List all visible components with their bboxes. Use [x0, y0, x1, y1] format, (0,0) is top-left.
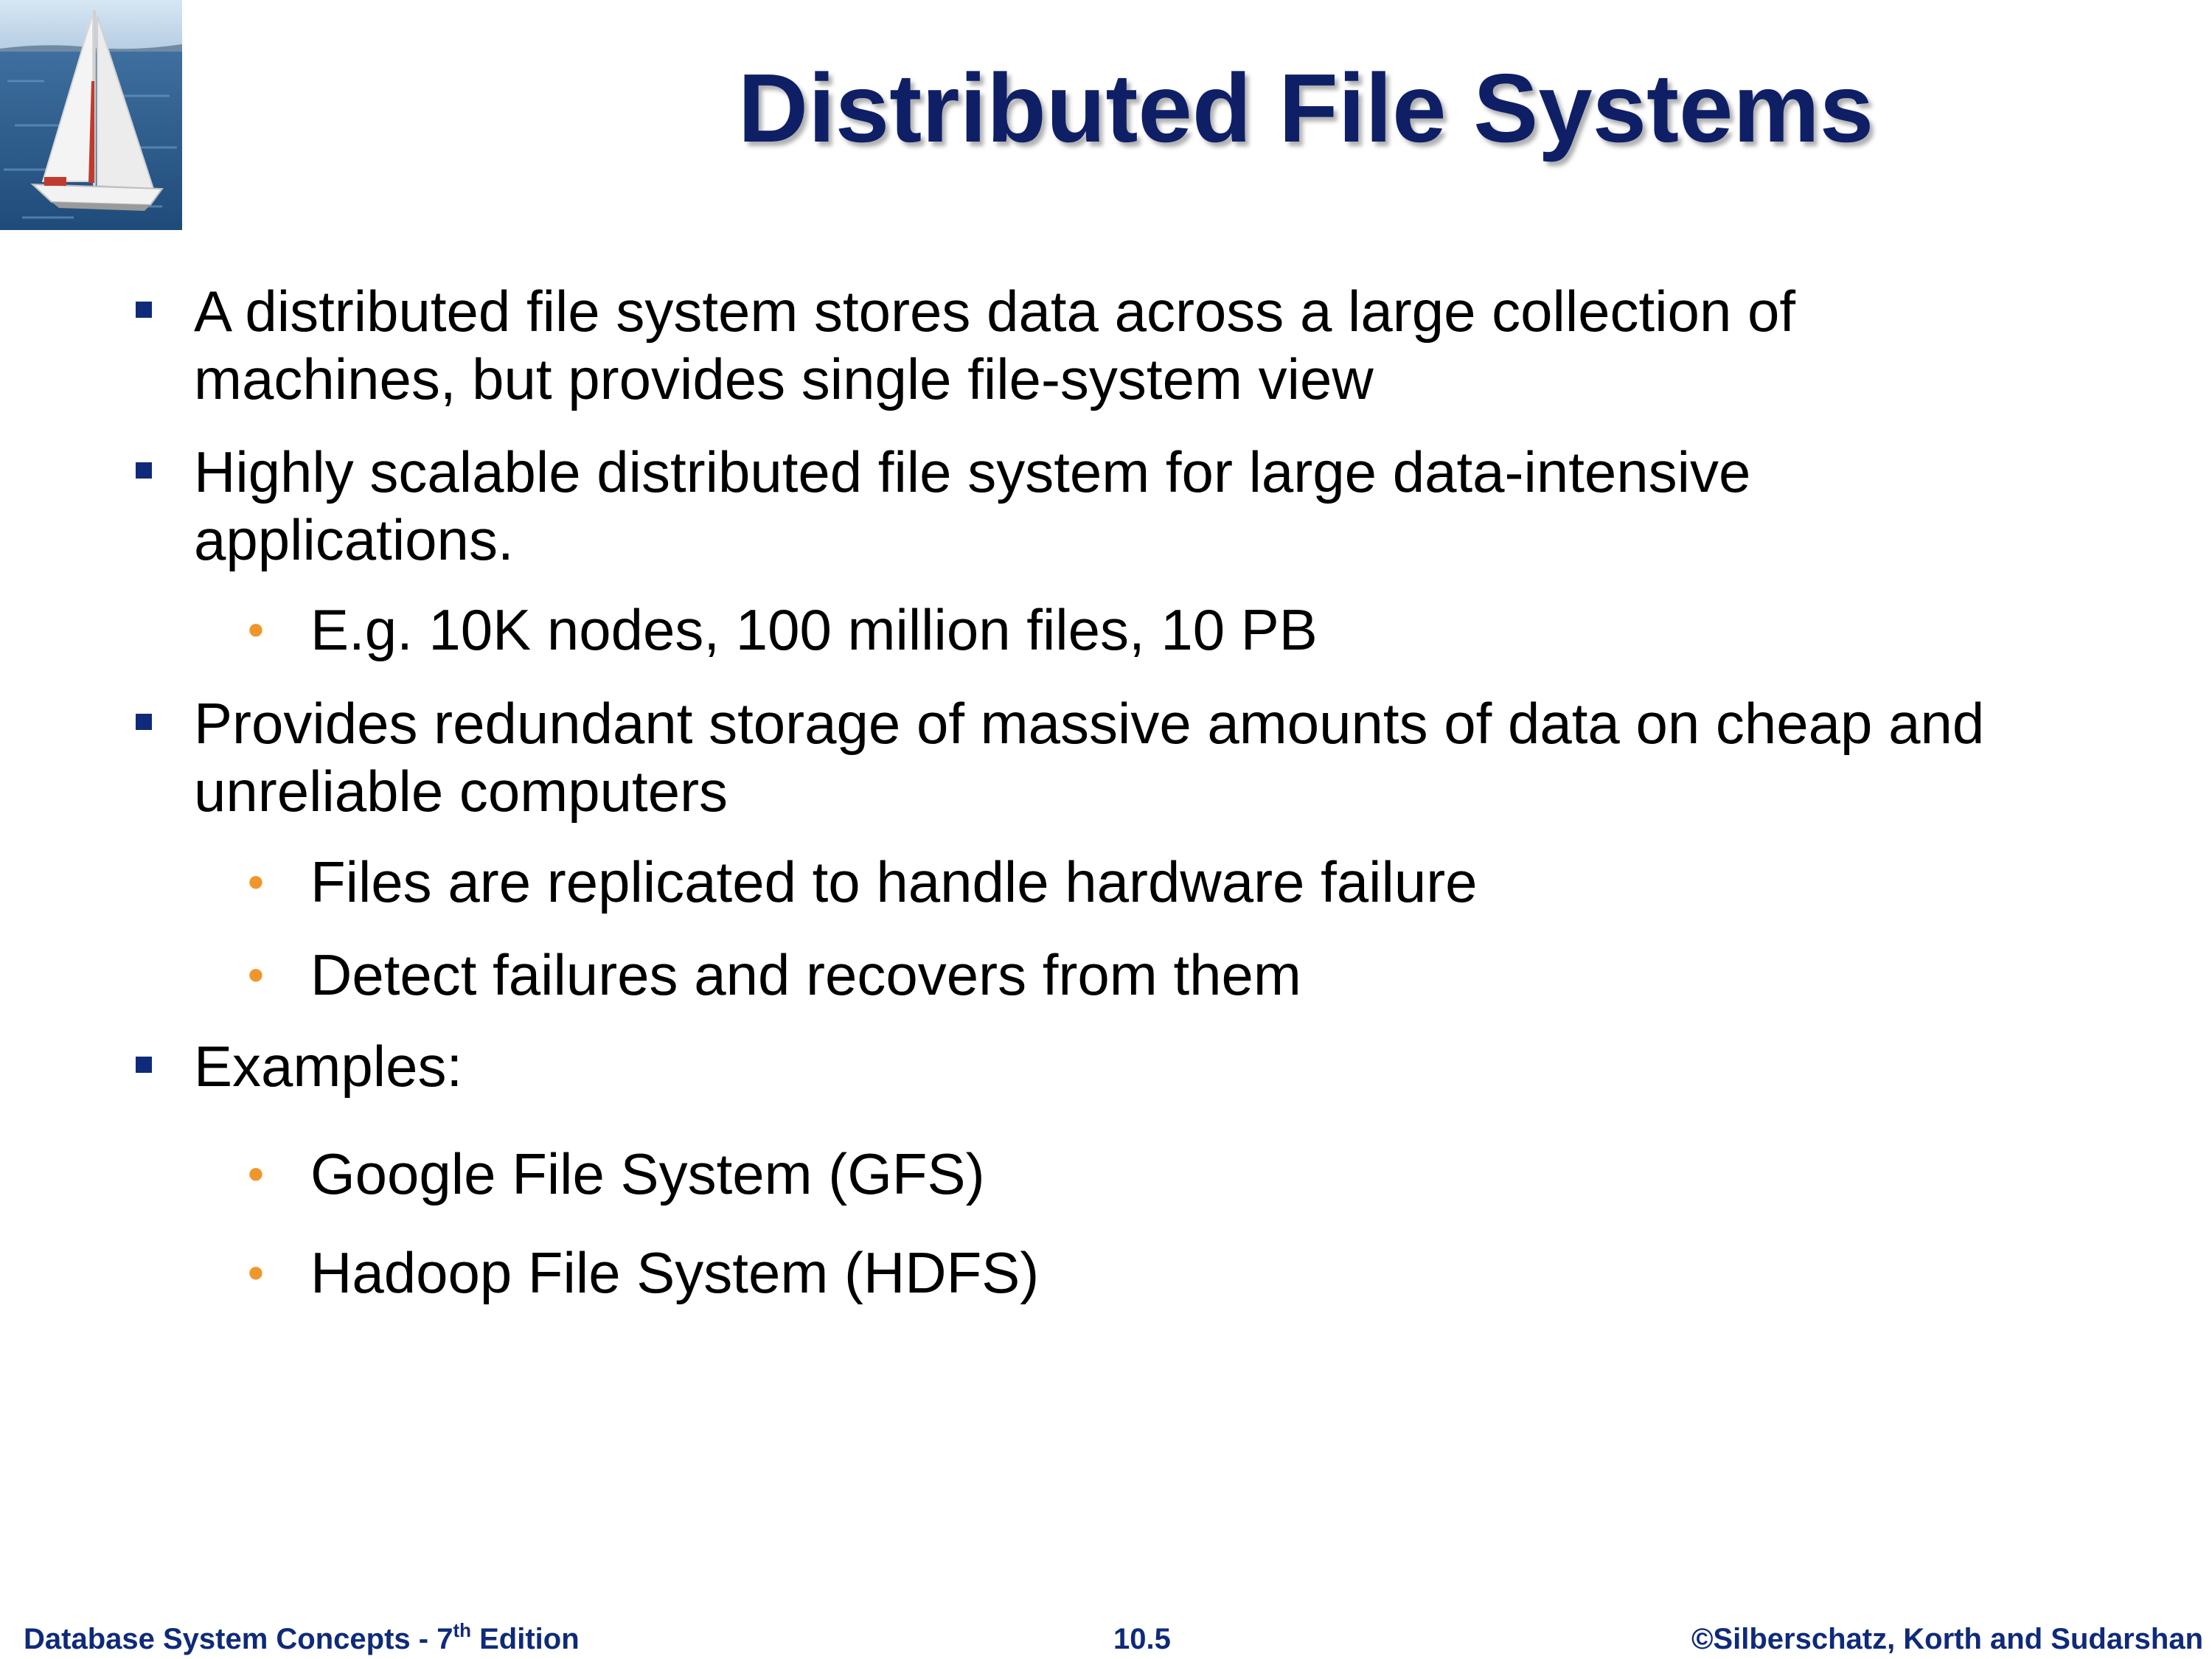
- bullet-text-line: applications.: [194, 507, 514, 572]
- sub-bullet-item: • Detect failures and recovers from them: [248, 941, 2154, 1009]
- dot-bullet-icon: •: [247, 1147, 265, 1200]
- bullet-item: Highly scalable distributed file system …: [136, 438, 2185, 574]
- sub-bullet-item: • Google File System (GFS): [248, 1140, 2154, 1208]
- slide-content: A distributed file system stores data ac…: [0, 0, 2212, 1548]
- bullet-text-line: A distributed file system stores data ac…: [194, 279, 1796, 344]
- footer-copyright: ©Silberschatz, Korth and Sudarshan: [1691, 1623, 2203, 1655]
- bullet-text-line: Provides redundant storage of massive am…: [194, 691, 1985, 756]
- slide-footer: Database System Concepts - 7th Edition 1…: [0, 1621, 2212, 1659]
- footer-title-suffix: Edition: [471, 1623, 580, 1655]
- footer-page-number: 10.5: [1113, 1623, 1171, 1655]
- footer-title-superscript: th: [453, 1619, 471, 1641]
- sub-bullet-text: Files are replicated to handle hardware …: [310, 849, 1478, 914]
- bullet-text-line: Highly scalable distributed file system …: [194, 439, 1751, 504]
- square-bullet-icon: [136, 714, 152, 730]
- sub-bullet-text: Detect failures and recovers from them: [310, 942, 1301, 1007]
- square-bullet-icon: [136, 302, 152, 318]
- bullet-text-line: unreliable computers: [194, 759, 728, 824]
- sub-bullet-item: • Hadoop File System (HDFS): [248, 1239, 2154, 1307]
- bullet-item: A distributed file system stores data ac…: [136, 277, 2185, 413]
- sub-bullet-text: Google File System (GFS): [310, 1141, 985, 1206]
- sub-bullet-text: E.g. 10K nodes, 100 million files, 10 PB: [310, 597, 1318, 662]
- footer-title-prefix: Database System Concepts - 7: [24, 1623, 453, 1655]
- dot-bullet-icon: •: [247, 948, 265, 1001]
- square-bullet-icon: [136, 1057, 152, 1073]
- bullet-item: Examples:: [136, 1032, 2185, 1100]
- dot-bullet-icon: •: [247, 603, 265, 656]
- bullet-text-line: machines, but provides single file-syste…: [194, 347, 1374, 411]
- square-bullet-icon: [136, 462, 152, 479]
- dot-bullet-icon: •: [247, 855, 265, 908]
- dot-bullet-icon: •: [247, 1246, 265, 1299]
- sub-bullet-text: Hadoop File System (HDFS): [310, 1240, 1040, 1305]
- bullet-item: Provides redundant storage of massive am…: [136, 689, 2185, 825]
- sub-bullet-item: • Files are replicated to handle hardwar…: [248, 848, 2154, 916]
- bullet-text-line: Examples:: [194, 1034, 463, 1099]
- sub-bullet-item: • E.g. 10K nodes, 100 million files, 10 …: [248, 596, 2154, 664]
- footer-book-title: Database System Concepts - 7th Edition: [24, 1621, 580, 1658]
